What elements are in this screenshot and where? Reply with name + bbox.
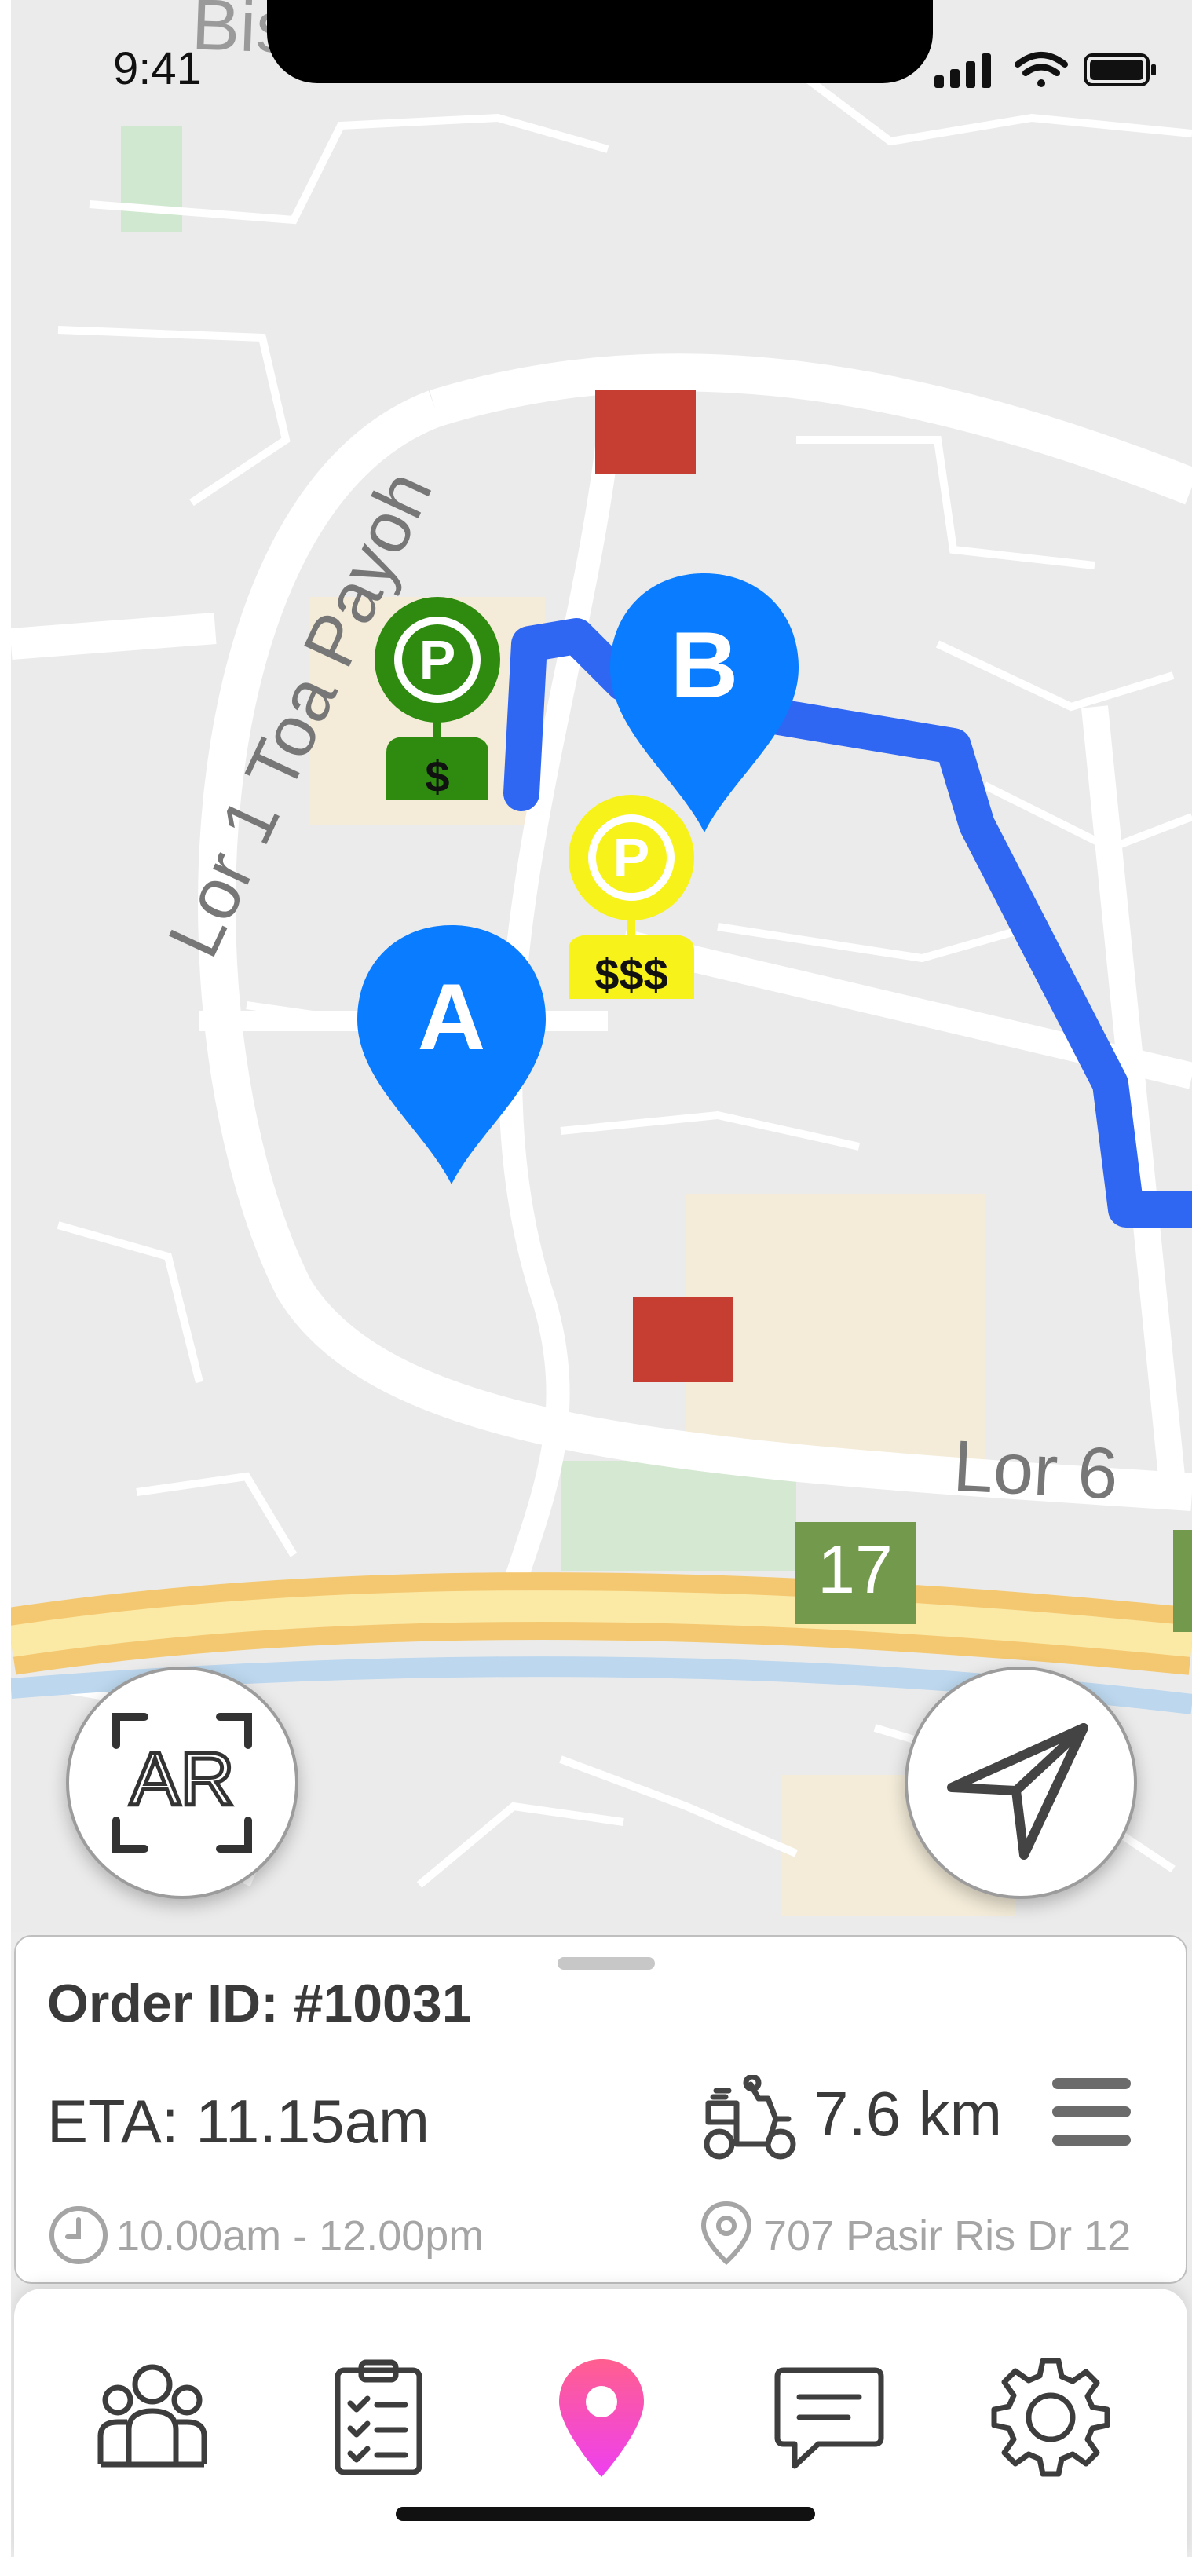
team-icon[interactable] (90, 2355, 215, 2480)
map-view[interactable]: 17 Bishan Flyover Lor 1 Toa Payoh Lor 6 … (11, 0, 1192, 1932)
battery-icon (1084, 53, 1156, 86)
device-notch (267, 0, 933, 83)
svg-text:B: B (671, 613, 739, 718)
map-pin-icon[interactable] (539, 2355, 664, 2480)
delivery-scooter-icon (704, 2075, 796, 2160)
ar-label: AR (130, 1737, 234, 1821)
svg-text:A: A (418, 964, 486, 1070)
clock-icon (49, 2206, 108, 2264)
home-indicator[interactable] (396, 2507, 815, 2521)
route-badge-label: 17 (817, 1532, 893, 1608)
phone-screen: 17 Bishan Flyover Lor 1 Toa Payoh Lor 6 … (11, 0, 1192, 2557)
gear-icon[interactable] (988, 2355, 1113, 2480)
order-id: Order ID: #10031 (47, 1974, 472, 2033)
origin-marker-a[interactable]: A (353, 917, 550, 1192)
ar-scan-icon: AR (112, 1713, 252, 1853)
street-label-right: Lor 6 (951, 1425, 1121, 1515)
distance-text: 7.6 km (814, 2079, 1003, 2149)
delivery-address: 707 Pasir Ris Dr 12 (763, 2212, 1132, 2259)
order-info-card[interactable]: Order ID: #10031 ETA: 11.15am 7.6 km 10.… (14, 1935, 1187, 2284)
signal-icon (934, 53, 991, 88)
status-time: 9:41 (113, 43, 202, 94)
status-icons (934, 52, 1156, 88)
eta-text: ETA: 11.15am (47, 2087, 430, 2156)
delivery-time-window: 10.00am - 12.00pm (116, 2212, 484, 2259)
hamburger-menu-icon[interactable] (1051, 2075, 1132, 2150)
wifi-icon (1015, 52, 1068, 87)
checklist-icon[interactable] (316, 2355, 441, 2480)
chat-icon[interactable] (766, 2355, 892, 2480)
navigation-arrow-icon (947, 1723, 1088, 1860)
red-marker-bottom (633, 1297, 733, 1382)
bottom-tab-bar (14, 2289, 1187, 2557)
drag-handle[interactable] (558, 1957, 655, 1970)
ar-button[interactable]: AR (66, 1667, 298, 1899)
red-marker-top (595, 390, 696, 474)
destination-marker-b[interactable]: B (606, 565, 803, 840)
parking-marker-cheap[interactable]: P $ (371, 595, 504, 807)
svg-text:$: $ (425, 752, 449, 801)
navigate-button[interactable] (905, 1667, 1137, 1899)
svg-text:P: P (419, 629, 456, 690)
svg-text:$$$: $$$ (594, 950, 667, 999)
location-pin-icon (700, 2201, 752, 2266)
